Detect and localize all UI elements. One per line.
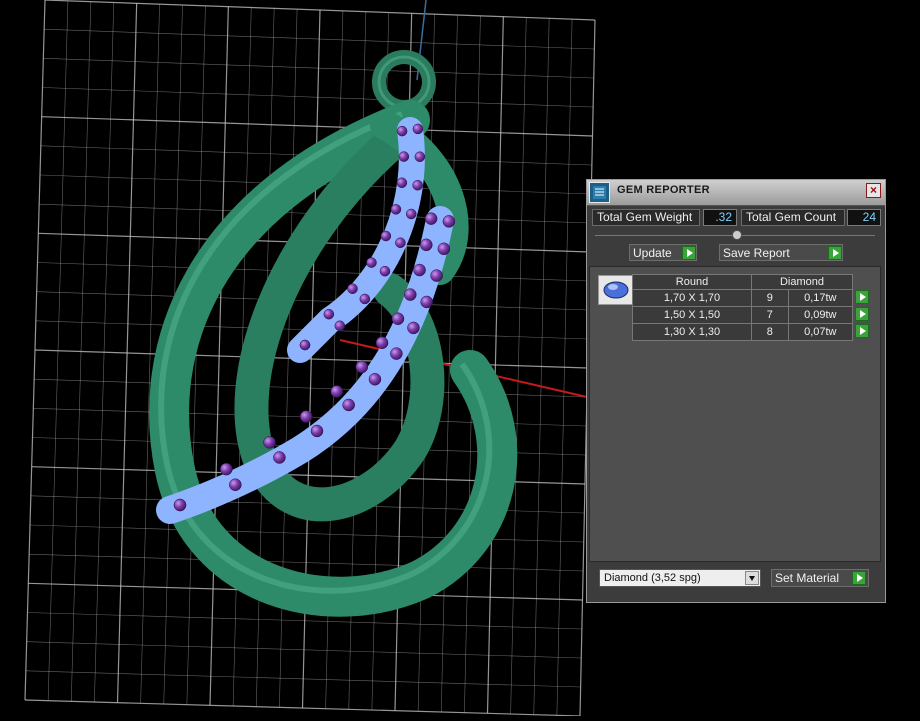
gem-stone: [299, 339, 311, 351]
gem-size-cell: 1,50 X 1,50: [632, 306, 752, 324]
gem-stone: [437, 242, 451, 256]
gem-stone: [229, 478, 242, 491]
gem-stone: [430, 269, 443, 282]
gem-size-cell: 1,70 X 1,70: [632, 289, 752, 307]
gem-stone: [396, 125, 408, 137]
table-row[interactable]: 1,30 X 1,30 8 0,07tw: [632, 323, 870, 341]
chevron-down-icon[interactable]: [745, 571, 759, 585]
collapse-handle[interactable]: [732, 230, 742, 240]
gem-stone: [395, 237, 406, 248]
gem-count-cell: 9: [751, 289, 789, 307]
total-gem-weight-value: .32: [703, 209, 737, 226]
gem-stone: [407, 321, 420, 335]
gem-stone: [299, 410, 313, 423]
gem-stone: [412, 123, 424, 135]
gem-stone: [310, 424, 324, 438]
update-label: Update: [633, 246, 672, 260]
play-arrow-icon: [852, 571, 866, 585]
gem-weight-cell: 0,09tw: [787, 306, 854, 324]
column-header-material: Diamond: [751, 274, 853, 290]
gem-stone: [323, 308, 335, 320]
gem-stone: [380, 230, 392, 242]
material-dropdown[interactable]: Diamond (3,52 spg): [599, 569, 761, 587]
gem-stone: [396, 177, 408, 189]
table-row[interactable]: 1,70 X 1,70 9 0,17tw: [632, 289, 870, 307]
gem-stone: [442, 215, 456, 228]
gem-report-area: Round Diamond 1,70 X 1,70 9 0,17tw 1,50 …: [589, 266, 881, 562]
title-bar[interactable]: GEM REPORTER ×: [587, 180, 885, 206]
gem-stone: [330, 385, 343, 398]
gem-stone: [220, 462, 233, 476]
gem-stone: [368, 372, 382, 386]
gem-stone: [412, 179, 423, 191]
gem-reporter-icon: [589, 182, 610, 203]
gem-stone: [173, 498, 187, 512]
gem-weight-cell: 0,17tw: [787, 289, 854, 307]
gem-weight-cell: 0,07tw: [787, 323, 854, 341]
gem-stone: [379, 265, 391, 277]
gem-stone: [420, 238, 433, 252]
gem-stone: [391, 312, 405, 325]
gem-stone: [273, 451, 286, 464]
gem-stone: [355, 360, 369, 374]
gem-stone: [398, 151, 410, 162]
gem-count-cell: 7: [751, 306, 789, 324]
save-report-label: Save Report: [723, 246, 790, 260]
gem-stone: [424, 212, 438, 225]
gem-stone: [263, 436, 276, 449]
gem-stone: [390, 347, 403, 360]
save-report-button[interactable]: Save Report: [719, 244, 843, 261]
gem-stone: [390, 204, 402, 215]
gem-reporter-panel: GEM REPORTER × Total Gem Weight .32 Tota…: [586, 179, 886, 603]
update-button[interactable]: Update: [629, 244, 697, 261]
gem-size-cell: 1,30 X 1,30: [632, 323, 752, 341]
panel-title: GEM REPORTER: [617, 184, 710, 196]
total-gem-weight-label: Total Gem Weight: [592, 209, 700, 226]
table-row[interactable]: 1,50 X 1,50 7 0,09tw: [632, 306, 870, 324]
gem-count-cell: 8: [751, 323, 789, 341]
round-gem-icon[interactable]: [598, 275, 634, 305]
close-button[interactable]: ×: [866, 183, 881, 198]
material-selected-value: Diamond (3,52 spg): [604, 572, 701, 584]
gem-stone: [366, 257, 377, 268]
gem-stone: [375, 336, 389, 350]
gem-stone: [359, 293, 371, 305]
gem-stone: [414, 151, 426, 162]
gem-stone: [334, 320, 346, 332]
play-arrow-icon[interactable]: [855, 323, 870, 338]
gem-stone: [404, 288, 417, 301]
total-gem-count-label: Total Gem Count: [741, 209, 845, 226]
gem-table: Round Diamond 1,70 X 1,70 9 0,17tw 1,50 …: [632, 274, 870, 341]
gem-stone: [420, 295, 433, 309]
play-arrow-icon: [828, 246, 842, 260]
gem-stone: [342, 398, 355, 412]
column-header-shape: Round: [632, 274, 752, 290]
play-arrow-icon[interactable]: [855, 289, 869, 304]
play-arrow-icon[interactable]: [855, 306, 869, 321]
total-gem-count-value: 24: [847, 209, 881, 226]
set-material-label: Set Material: [775, 571, 840, 585]
gem-stone: [347, 283, 358, 294]
play-arrow-icon: [682, 246, 696, 260]
table-header-row: Round Diamond: [632, 274, 870, 290]
gem-stone: [413, 263, 426, 277]
gem-stone: [405, 208, 417, 220]
set-material-button[interactable]: Set Material: [771, 569, 869, 587]
